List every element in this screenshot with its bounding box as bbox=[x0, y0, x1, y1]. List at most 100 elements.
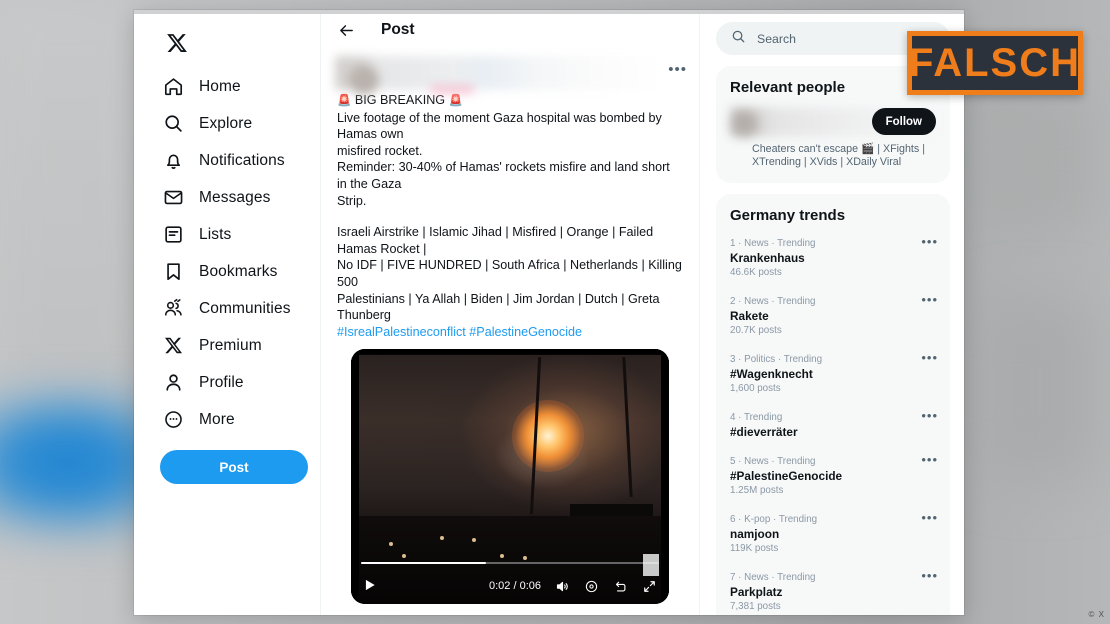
trends-card: Germany trends ••• 1 · News · Trending K… bbox=[716, 193, 950, 615]
sidebar-item-notifications[interactable]: Notifications bbox=[158, 142, 320, 179]
person-bio: Cheaters can't escape 🎬 | XFights | XTre… bbox=[730, 143, 936, 170]
trend-name: #PalestineGenocide bbox=[730, 468, 843, 483]
sidebar-item-premium[interactable]: Premium bbox=[158, 327, 320, 364]
more-horizontal-icon[interactable]: ••• bbox=[921, 235, 938, 248]
post-text: 🚨 BIG BREAKING 🚨 Live footage of the mom… bbox=[337, 92, 683, 340]
post-button[interactable]: Post bbox=[160, 450, 308, 484]
verdict-badge-falsch: FALSCH bbox=[907, 31, 1083, 95]
trends-title: Germany trends bbox=[730, 206, 846, 224]
sidebar-item-label: Bookmarks bbox=[199, 262, 278, 280]
post-line-4: Strip. bbox=[337, 193, 367, 208]
trend-meta: 4 · Trending bbox=[730, 411, 783, 423]
follow-button[interactable]: Follow bbox=[871, 108, 936, 135]
people-icon bbox=[162, 298, 184, 320]
more-horizontal-icon[interactable]: ••• bbox=[921, 453, 938, 466]
sidebar-item-label: More bbox=[199, 410, 235, 428]
sidebar-item-label: Communities bbox=[199, 299, 291, 317]
more-horizontal-icon[interactable]: ••• bbox=[921, 409, 938, 422]
more-horizontal-icon[interactable]: ••• bbox=[921, 511, 938, 524]
post-body: 🚨 BIG BREAKING 🚨 Live footage of the mom… bbox=[321, 90, 699, 615]
post-line-3: Reminder: 30-40% of Hamas' rockets misfi… bbox=[337, 160, 670, 191]
trend-meta: 2 · News · Trending bbox=[730, 295, 816, 307]
sidebar-item-lists[interactable]: Lists bbox=[158, 216, 320, 253]
trend-meta: 5 · News · Trending bbox=[730, 455, 816, 467]
trend-meta: 1 · News · Trending bbox=[730, 237, 816, 249]
trend-item[interactable]: ••• 4 · Trending #dieverräter bbox=[716, 407, 950, 451]
search-icon bbox=[731, 29, 746, 49]
more-horizontal-icon[interactable]: ••• bbox=[921, 569, 938, 582]
bookmark-icon bbox=[162, 261, 184, 283]
trend-count: 1,600 posts bbox=[730, 382, 781, 394]
person-icon bbox=[162, 372, 184, 394]
trend-item[interactable]: ••• 1 · News · Trending Krankenhaus 46.6… bbox=[716, 233, 950, 291]
post-tags-line-3: Palestinians | Ya Allah | Biden | Jim Jo… bbox=[337, 291, 660, 323]
post-author-header: ••• bbox=[321, 50, 699, 95]
trend-name: #Wagenknecht bbox=[730, 366, 813, 381]
browser-window: Home Explore Notifications Messages List bbox=[134, 10, 964, 615]
trend-item[interactable]: ••• 7 · News · Trending Parkplatz 7,381 … bbox=[716, 567, 950, 615]
sidebar-item-communities[interactable]: Communities bbox=[158, 290, 320, 327]
trend-item[interactable]: ••• 2 · News · Trending Rakete 20.7K pos… bbox=[716, 291, 950, 349]
verdict-badge-label: FALSCH bbox=[909, 40, 1081, 85]
post-line-2: misfired rocket. bbox=[337, 143, 423, 158]
search-icon bbox=[162, 113, 184, 135]
x-logo-icon[interactable] bbox=[160, 26, 194, 60]
trend-meta: 6 · K-pop · Trending bbox=[730, 513, 818, 525]
trend-name: namjoon bbox=[730, 526, 780, 541]
trend-item[interactable]: ••• 5 · News · Trending #PalestineGenoci… bbox=[716, 451, 950, 509]
loop-icon[interactable] bbox=[612, 578, 628, 594]
sidebar-item-bookmarks[interactable]: Bookmarks bbox=[158, 253, 320, 290]
more-horizontal-icon[interactable]: ••• bbox=[921, 293, 938, 306]
volume-icon[interactable] bbox=[554, 578, 570, 594]
page-title: Post bbox=[381, 21, 415, 38]
home-icon bbox=[162, 76, 184, 98]
list-icon bbox=[162, 224, 184, 246]
post-headline: BIG BREAKING bbox=[354, 93, 446, 107]
x-logo-icon bbox=[162, 335, 184, 357]
trend-count: 119K posts bbox=[730, 542, 779, 554]
trend-name: Krankenhaus bbox=[730, 250, 805, 265]
sidebar-item-label: Notifications bbox=[199, 151, 285, 169]
post-detail-column: Post ••• 🚨 BIG BREAKING 🚨 Live footage o… bbox=[320, 10, 700, 615]
sidebar-item-explore[interactable]: Explore bbox=[158, 105, 320, 142]
sidebar-item-more[interactable]: More bbox=[158, 401, 320, 438]
settings-icon[interactable] bbox=[583, 578, 599, 594]
trend-name: Parkplatz bbox=[730, 584, 783, 599]
sidebar-item-home[interactable]: Home bbox=[158, 68, 320, 105]
person-bio-line-2: XTrending | XVids | XDaily Viral bbox=[752, 156, 902, 169]
sidebar-item-label: Premium bbox=[199, 336, 262, 354]
fullscreen-icon[interactable] bbox=[641, 578, 657, 594]
trend-meta: 3 · Politics · Trending bbox=[730, 353, 823, 365]
trend-item[interactable]: ••• 3 · Politics · Trending #Wagenknecht… bbox=[716, 349, 950, 407]
trend-meta: 7 · News · Trending bbox=[730, 571, 816, 583]
post-line-1: Live footage of the moment Gaza hospital… bbox=[337, 110, 662, 142]
sidebar-item-label: Messages bbox=[199, 188, 271, 206]
primary-navigation: Home Explore Notifications Messages List bbox=[134, 10, 320, 615]
video-progress-bar[interactable] bbox=[361, 561, 659, 565]
person-bio-line-1: Cheaters can't escape 🎬 | XFights | bbox=[752, 143, 925, 155]
back-arrow-icon[interactable] bbox=[337, 21, 355, 39]
trend-item[interactable]: ••• 6 · K-pop · Trending namjoon 119K po… bbox=[716, 509, 950, 567]
sidebar-item-label: Explore bbox=[199, 114, 253, 132]
relevant-person[interactable]: Follow Cheaters can't escape 🎬 | XFights… bbox=[716, 105, 950, 183]
trend-name: Rakete bbox=[730, 308, 769, 323]
sidebar-item-profile[interactable]: Profile bbox=[158, 364, 320, 401]
watermark: © X bbox=[1088, 610, 1105, 619]
siren-emoji-right: 🚨 bbox=[448, 95, 463, 107]
column-header: Post bbox=[321, 10, 699, 50]
sidebar-item-messages[interactable]: Messages bbox=[158, 179, 320, 216]
trend-name: #dieverräter bbox=[730, 424, 798, 439]
more-horizontal-icon[interactable]: ••• bbox=[668, 62, 687, 77]
post-tags-line-1: Israeli Airstrike | Islamic Jihad | Misf… bbox=[337, 225, 654, 256]
trend-count: 7,381 posts bbox=[730, 600, 781, 612]
post-tags-line-2: No IDF | FIVE HUNDRED | South Africa | N… bbox=[337, 258, 682, 289]
post-hashtags[interactable]: #IsrealPalestineconflict #PalestineGenoc… bbox=[337, 324, 683, 341]
play-icon[interactable] bbox=[363, 578, 379, 594]
more-horizontal-icon[interactable]: ••• bbox=[921, 351, 938, 364]
sidebar-item-label: Lists bbox=[199, 225, 232, 243]
envelope-icon bbox=[162, 187, 184, 209]
bell-icon bbox=[162, 150, 184, 172]
siren-emoji-left: 🚨 bbox=[337, 95, 352, 107]
sidebar-item-label: Profile bbox=[199, 373, 244, 391]
post-video-player[interactable]: 0:02 / 0:06 bbox=[351, 349, 669, 605]
